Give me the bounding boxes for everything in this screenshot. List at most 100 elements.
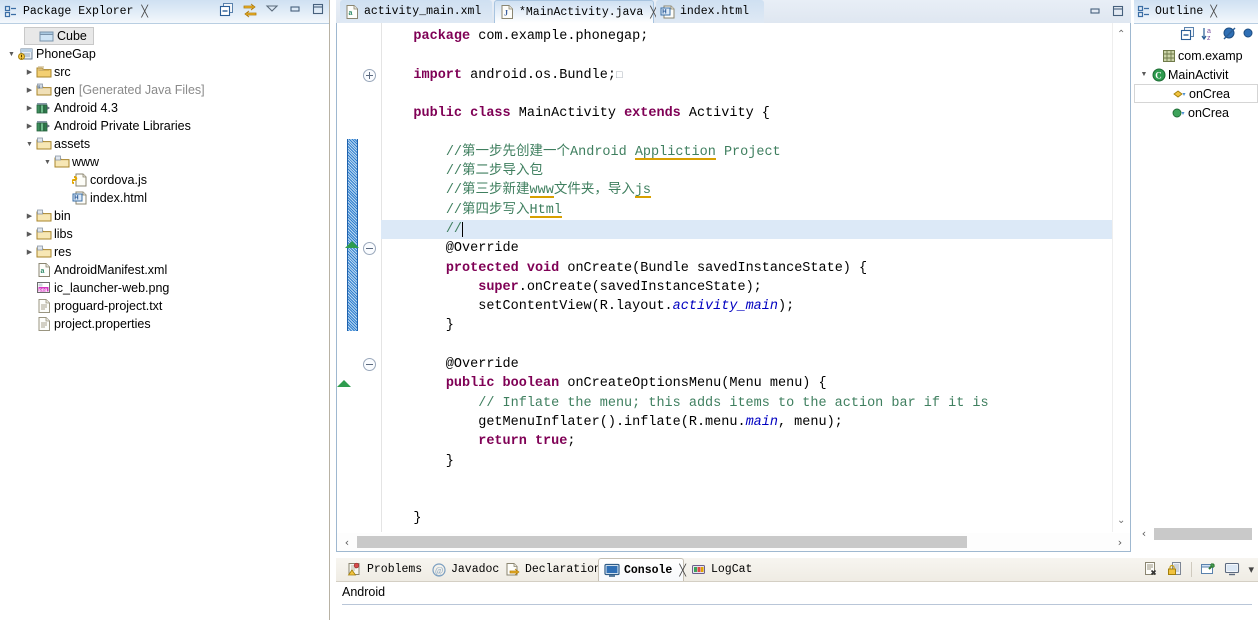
fold-collapse-icon[interactable] — [363, 358, 376, 372]
expand-collapse-closed-icon[interactable]: ▶ — [24, 230, 35, 238]
tree-item-project-properties[interactable]: project.properties — [0, 315, 329, 333]
scroll-up-caret[interactable]: ⌃ — [1117, 29, 1125, 40]
tree-item-cordova-js[interactable]: cordova.js — [0, 171, 329, 189]
code-line[interactable]: //第一步先创建一个Android Appliction Project — [381, 143, 1112, 162]
expand-collapse-open-icon[interactable]: ▼ — [1138, 71, 1150, 78]
fold-collapse-icon[interactable] — [363, 242, 376, 256]
bottom-tab-logcat[interactable]: LogCat — [686, 558, 758, 581]
editor-horizontal-scrollbar[interactable]: ‹ › — [337, 533, 1130, 551]
code-line[interactable] — [381, 336, 1112, 355]
folding-ruler[interactable] — [359, 23, 382, 532]
hide-static-icon[interactable] — [1243, 26, 1253, 42]
code-line[interactable]: getMenuInflater().inflate(R.menu.main, m… — [381, 413, 1112, 432]
annotation-ruler[interactable] — [337, 23, 359, 532]
code-content[interactable]: package com.example.phonegap; import and… — [381, 23, 1112, 532]
hide-fields-icon[interactable] — [1222, 26, 1238, 42]
code-line[interactable]: // — [381, 219, 1112, 240]
bottom-tab-console[interactable]: Console ╳ — [598, 558, 686, 581]
close-icon[interactable]: ╳ — [141, 5, 148, 18]
expand-collapse-closed-icon[interactable]: ▶ — [24, 104, 35, 112]
code-line[interactable]: //第四步写入Html — [381, 201, 1112, 220]
code-line[interactable]: //第二步导入包 — [381, 162, 1112, 181]
code-line[interactable] — [381, 46, 1112, 65]
expand-collapse-closed-icon[interactable]: ▶ — [24, 122, 35, 130]
expand-collapse-closed-icon[interactable]: ▶ — [24, 86, 35, 94]
tree-item-assets[interactable]: ▼ assets — [0, 135, 329, 153]
tree-item-phonegap[interactable]: ▼ PhoneGap — [0, 45, 329, 63]
outline-h-scroll-thumb[interactable] — [1154, 527, 1252, 540]
bottom-tab-declaration[interactable]: Declaration — [500, 558, 601, 581]
code-line[interactable]: protected void onCreate(Bundle savedInst… — [381, 259, 1112, 278]
code-line[interactable]: return true; — [381, 432, 1112, 451]
code-line[interactable]: } — [381, 452, 1112, 471]
tree-item-android-4-3[interactable]: ▶ Android 4.3 — [0, 99, 329, 117]
code-line[interactable]: } — [381, 316, 1112, 335]
open-console-menu-icon[interactable]: ▾ — [1248, 563, 1254, 576]
tree-item-proguard-project-txt[interactable]: proguard-project.txt — [0, 297, 329, 315]
tree-item-www[interactable]: ▼ www — [0, 153, 329, 171]
code-line[interactable]: public boolean onCreateOptionsMenu(Menu … — [381, 374, 1112, 393]
code-line[interactable]: setContentView(R.layout.activity_main); — [381, 297, 1112, 316]
code-line[interactable]: public class MainActivity extends Activi… — [381, 104, 1112, 123]
code-line[interactable] — [381, 123, 1112, 142]
maximize-icon[interactable] — [311, 2, 327, 18]
java-editor[interactable]: package com.example.phonegap; import and… — [336, 23, 1131, 552]
clear-console-icon[interactable] — [1143, 561, 1159, 577]
scroll-lock-icon[interactable] — [1167, 561, 1183, 577]
display-selected-console-icon[interactable] — [1224, 561, 1240, 577]
maximize-icon[interactable] — [1111, 4, 1125, 18]
code-line[interactable]: import android.os.Bundle;□ — [381, 66, 1112, 85]
expand-collapse-open-icon[interactable]: ▼ — [6, 51, 17, 58]
scroll-down-caret[interactable]: ⌄ — [1117, 515, 1125, 526]
code-line[interactable]: @Override — [381, 239, 1112, 258]
editor-tab-indexhtml[interactable]: Hindex.html — [656, 0, 764, 23]
outline-item-mainactivit[interactable]: ▼ C MainActivit — [1134, 65, 1258, 84]
minimize-icon[interactable] — [1088, 4, 1102, 18]
code-line[interactable]: package com.example.phonegap; — [381, 27, 1112, 46]
tab-outline[interactable]: Outline ╳ — [1137, 0, 1217, 23]
fold-expand-icon[interactable] — [363, 68, 376, 82]
editor-vertical-scrollbar[interactable]: ⌃ ⌄ — [1112, 23, 1130, 532]
outline-horizontal-scrollbar[interactable]: ‹ — [1134, 525, 1258, 542]
tree-item-ic-launcher-web-png[interactable]: png ic_launcher-web.png — [0, 279, 329, 297]
tab-package-explorer[interactable]: Package Explorer ╳ — [4, 0, 148, 23]
outline-item-com-examp[interactable]: com.examp — [1134, 46, 1258, 65]
outline-item-oncrea[interactable]: onCrea — [1134, 103, 1258, 122]
collapse-all-icon[interactable] — [1180, 26, 1196, 42]
scroll-left-arrow[interactable]: ‹ — [1134, 527, 1154, 540]
close-icon[interactable]: ╳ — [1210, 5, 1217, 18]
expand-collapse-closed-icon[interactable]: ▶ — [24, 212, 35, 220]
tree-item-src[interactable]: ▶ src — [0, 63, 329, 81]
code-line[interactable]: // Inflate the menu; this adds items to … — [381, 394, 1112, 413]
expand-collapse-open-icon[interactable]: ▼ — [24, 141, 35, 148]
code-line[interactable] — [381, 490, 1112, 509]
editor-tab-activity_mainxml[interactable]: a activity_main.xml — [340, 0, 492, 23]
h-scroll-thumb[interactable] — [357, 536, 967, 548]
editor-tab-mainactivityjava[interactable]: J *MainActivity.java ╳ — [494, 0, 657, 23]
code-line[interactable]: //第三步新建www文件夹，导入js — [381, 181, 1112, 200]
pin-console-icon[interactable] — [1200, 561, 1216, 577]
bottom-tab-problems[interactable]: Problems — [342, 558, 424, 581]
view-menu-icon[interactable] — [265, 2, 281, 18]
code-line[interactable] — [381, 85, 1112, 104]
sort-alphabetically-icon[interactable]: a z — [1201, 26, 1217, 42]
tree-item-index-html[interactable]: Hindex.html — [0, 189, 329, 207]
expand-collapse-closed-icon[interactable]: ▶ — [24, 248, 35, 256]
expand-collapse-closed-icon[interactable]: ▶ — [24, 68, 35, 76]
tree-item-androidmanifest-xml[interactable]: a AndroidManifest.xml — [0, 261, 329, 279]
tree-item-cube[interactable]: Cube — [24, 27, 94, 45]
tree-item-res[interactable]: ▶ res — [0, 243, 329, 261]
outline-item-oncrea[interactable]: onCrea — [1134, 84, 1258, 103]
project-tree[interactable]: Cube ▼ PhoneGap ▶ src ▶ g gen [Generated Java… — [0, 24, 329, 620]
tree-item-libs[interactable]: ▶ libs — [0, 225, 329, 243]
bottom-tab-javadoc[interactable]: @ Javadoc — [426, 558, 499, 581]
tree-item-bin[interactable]: ▶ bin — [0, 207, 329, 225]
outline-tree[interactable]: com.examp ▼ C MainActivit onCrea onCrea — [1134, 46, 1258, 522]
scroll-right-arrow[interactable]: › — [1110, 536, 1130, 549]
code-line[interactable]: } — [381, 509, 1112, 528]
link-with-editor-icon[interactable] — [242, 2, 258, 18]
scroll-left-arrow[interactable]: ‹ — [337, 536, 357, 549]
code-line[interactable]: @Override — [381, 355, 1112, 374]
tree-item-android-private-libraries[interactable]: ▶ Android Private Libraries — [0, 117, 329, 135]
tree-item-gen[interactable]: ▶ g gen [Generated Java Files] — [0, 81, 329, 99]
